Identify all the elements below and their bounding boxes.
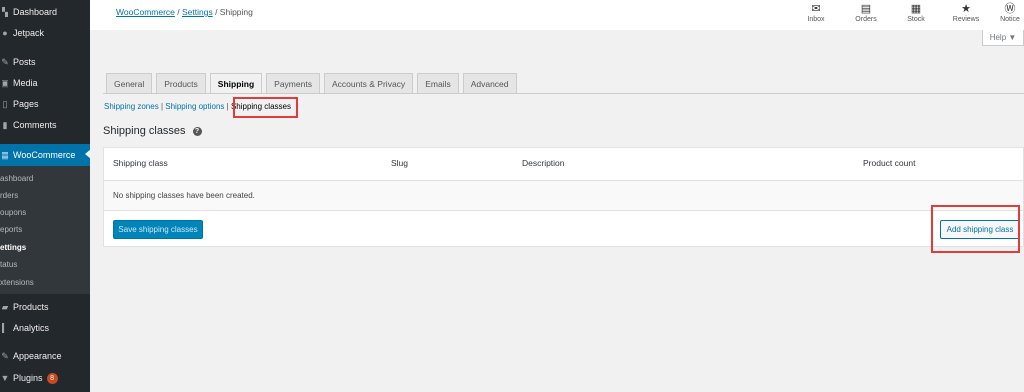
sidebar-item-label: WooCommerce xyxy=(13,150,76,160)
sidebar-item-label: Pages xyxy=(13,99,39,109)
woocommerce-submenu: ashboard rders oupons eports ettings tat… xyxy=(0,166,90,294)
breadcrumb-current: Shipping xyxy=(219,7,253,17)
activity-label: Notice xyxy=(1000,16,1020,23)
woocommerce-header: WooCommerce / Settings / Shipping ✉ Inbo… xyxy=(90,0,1024,30)
settings-tabs: General Products Shipping Payments Accou… xyxy=(106,73,521,94)
sidebar-item-label: Comments xyxy=(13,120,57,130)
notices-icon: Ⓦ xyxy=(1004,3,1016,15)
plugins-icon: ▼ xyxy=(2,373,8,383)
tab-advanced[interactable]: Advanced xyxy=(462,73,517,93)
sidebar-item-products[interactable]: ▰ Products xyxy=(0,297,90,317)
column-header-product-count: Product count xyxy=(863,158,916,168)
sidebar-item-plugins[interactable]: ▼ Plugins 8 xyxy=(0,368,90,388)
reviews-icon: ★ xyxy=(961,3,971,15)
dashboard-icon: ▚ xyxy=(2,7,8,17)
page-title-text: Shipping classes xyxy=(103,125,186,137)
tab-accounts-privacy[interactable]: Accounts & Privacy xyxy=(323,73,414,93)
column-header-description: Description xyxy=(522,158,565,168)
activity-label: Reviews xyxy=(952,16,980,23)
woocommerce-icon: ▤ xyxy=(2,150,8,160)
activity-notices[interactable]: Ⓦ Notice xyxy=(996,2,1024,23)
subnav-shipping-options[interactable]: Shipping options xyxy=(165,102,224,111)
tabs-divider xyxy=(103,93,1024,94)
activity-label: Inbox xyxy=(807,16,825,23)
page-title: Shipping classes ? xyxy=(103,125,202,137)
empty-table-message: No shipping classes have been created. xyxy=(113,191,255,200)
activity-orders[interactable]: ▤ Orders xyxy=(846,2,886,23)
admin-sidebar: ▚ Dashboard ● Jetpack ✎ Posts ▣ Media ▯ … xyxy=(0,0,91,392)
orders-icon: ▤ xyxy=(860,3,872,15)
help-tip-icon[interactable]: ? xyxy=(192,126,202,136)
sidebar-item-analytics[interactable]: ▍ Analytics xyxy=(0,318,90,338)
submenu-item-dashboard[interactable]: ashboard xyxy=(0,170,90,186)
comments-icon: ▮ xyxy=(2,120,8,130)
submenu-item-orders[interactable]: rders xyxy=(0,187,90,203)
submenu-item-settings[interactable]: ettings xyxy=(0,239,90,255)
appearance-icon: ✎ xyxy=(2,351,8,361)
sidebar-item-label: Posts xyxy=(13,57,36,67)
tab-emails[interactable]: Emails xyxy=(417,73,459,93)
save-shipping-classes-button[interactable]: Save shipping classes xyxy=(113,220,203,239)
sidebar-item-label: Appearance xyxy=(13,351,62,361)
activity-stock[interactable]: ▦ Stock xyxy=(896,2,936,23)
sidebar-item-dashboard[interactable]: ▚ Dashboard xyxy=(0,2,90,22)
pages-icon: ▯ xyxy=(2,99,8,109)
media-icon: ▣ xyxy=(2,78,8,88)
sidebar-item-posts[interactable]: ✎ Posts xyxy=(0,52,90,72)
submenu-item-status[interactable]: tatus xyxy=(0,256,90,272)
breadcrumb-separator: / xyxy=(174,7,182,17)
breadcrumb-settings-link[interactable]: Settings xyxy=(182,7,213,17)
tab-payments[interactable]: Payments xyxy=(266,73,320,93)
submenu-item-extensions[interactable]: xtensions xyxy=(0,274,90,290)
tab-products[interactable]: Products xyxy=(156,73,206,93)
submenu-item-reports[interactable]: eports xyxy=(0,221,90,237)
activity-label: Stock xyxy=(907,16,925,23)
posts-icon: ✎ xyxy=(2,57,8,67)
active-menu-arrow xyxy=(85,149,91,159)
highlight-box-shipping-classes xyxy=(233,97,298,118)
breadcrumb-separator: / xyxy=(212,7,220,17)
subnav-shipping-zones[interactable]: Shipping zones xyxy=(104,102,159,111)
sidebar-item-jetpack[interactable]: ● Jetpack xyxy=(0,23,90,43)
highlight-box-add-shipping-class xyxy=(931,205,1020,253)
plugin-update-badge: 8 xyxy=(46,372,58,384)
tab-general[interactable]: General xyxy=(106,73,153,93)
activity-label: Orders xyxy=(855,16,877,23)
activity-reviews[interactable]: ★ Reviews xyxy=(946,2,986,23)
sidebar-item-media[interactable]: ▣ Media xyxy=(0,73,90,93)
sidebar-item-pages[interactable]: ▯ Pages xyxy=(0,94,90,114)
column-header-slug: Slug xyxy=(391,158,409,168)
products-icon: ▰ xyxy=(2,302,8,312)
stock-icon: ▦ xyxy=(910,3,922,15)
analytics-icon: ▍ xyxy=(2,323,8,333)
sidebar-item-label: Products xyxy=(13,302,49,312)
help-tab-button[interactable]: Help ▼ xyxy=(982,30,1024,46)
sidebar-item-appearance[interactable]: ✎ Appearance xyxy=(0,346,90,366)
tab-shipping[interactable]: Shipping xyxy=(209,73,263,94)
column-header-shipping-class: Shipping class xyxy=(113,158,168,168)
sidebar-item-label: Jetpack xyxy=(13,28,45,38)
submenu-item-coupons[interactable]: oupons xyxy=(0,204,90,220)
shipping-classes-table: Shipping class Slug Description Product … xyxy=(103,147,1024,247)
sidebar-item-comments[interactable]: ▮ Comments xyxy=(0,115,90,135)
sidebar-item-label: Analytics xyxy=(13,323,50,333)
breadcrumb: WooCommerce / Settings / Shipping xyxy=(116,7,253,17)
jetpack-icon: ● xyxy=(2,28,8,38)
sidebar-item-label: Plugins xyxy=(13,373,43,383)
inbox-icon: ✉ xyxy=(811,3,821,15)
activity-inbox[interactable]: ✉ Inbox xyxy=(796,2,836,23)
breadcrumb-woocommerce-link[interactable]: WooCommerce xyxy=(116,7,175,17)
sidebar-item-label: Media xyxy=(13,78,38,88)
table-divider xyxy=(104,210,1023,211)
sidebar-item-woocommerce[interactable]: ▤ WooCommerce xyxy=(0,144,91,166)
sidebar-item-label: Dashboard xyxy=(13,7,58,17)
